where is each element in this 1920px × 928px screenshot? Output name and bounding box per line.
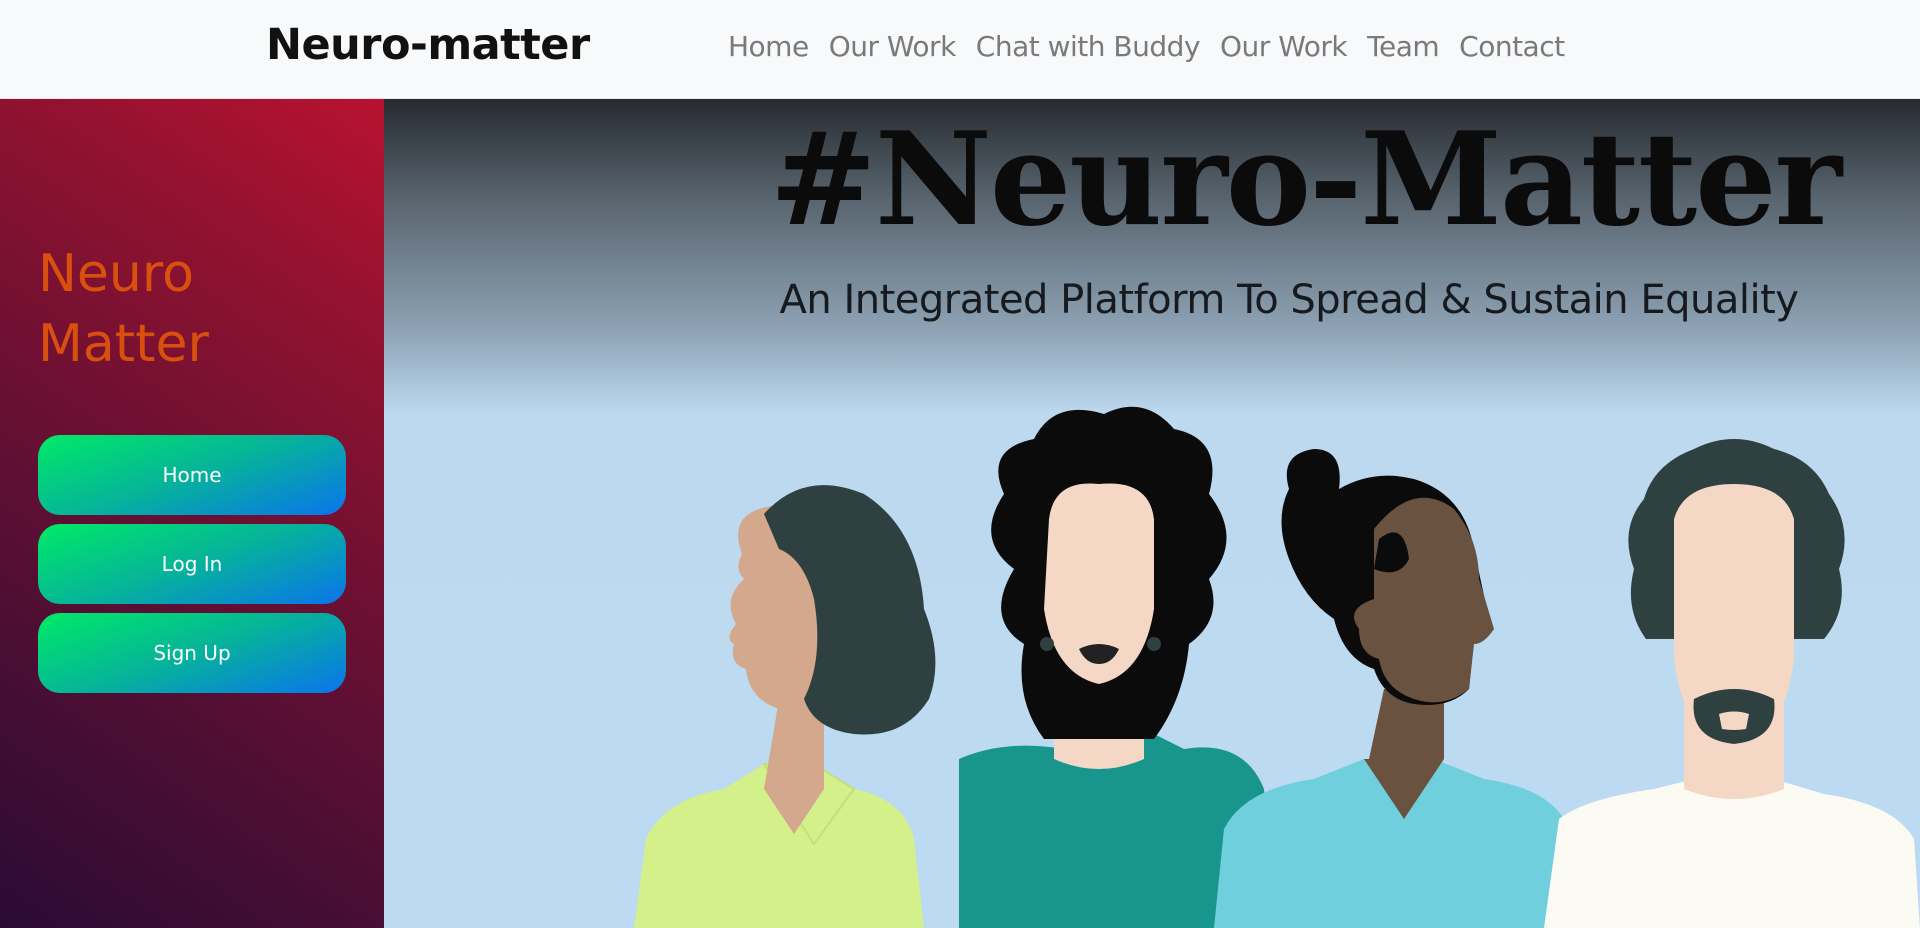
person-3-figure <box>1214 449 1574 928</box>
hero-banner: #Neuro-Matter An Integrated Platform To … <box>384 99 1920 928</box>
nav-link-chat-with-buddy[interactable]: Chat with Buddy <box>966 30 1210 63</box>
nav-link-our-work[interactable]: Our Work <box>819 30 966 63</box>
sidebar-title: Neuro Matter <box>38 244 209 374</box>
hero-title: #Neuro-Matter <box>769 105 1842 255</box>
nav-link-contact[interactable]: Contact <box>1449 30 1574 63</box>
person-4-figure <box>1544 439 1920 928</box>
top-navbar: Neuro-matter Home Our Work Chat with Bud… <box>0 0 1920 99</box>
sign-up-button[interactable]: Sign Up <box>38 613 346 693</box>
log-in-button[interactable]: Log In <box>38 524 346 604</box>
nav-link-team[interactable]: Team <box>1357 30 1449 63</box>
nav-links: Home Our Work Chat with Buddy Our Work T… <box>718 30 1575 63</box>
brand-logo[interactable]: Neuro-matter <box>266 20 590 70</box>
hero-subtitle: An Integrated Platform To Spread & Susta… <box>779 277 1799 323</box>
person-1-figure <box>634 485 936 928</box>
nav-link-home[interactable]: Home <box>718 30 819 63</box>
nav-link-our-work-2[interactable]: Our Work <box>1210 30 1357 63</box>
sidebar: Neuro Matter Home Log In Sign Up <box>0 99 384 928</box>
home-button[interactable]: Home <box>38 435 346 515</box>
